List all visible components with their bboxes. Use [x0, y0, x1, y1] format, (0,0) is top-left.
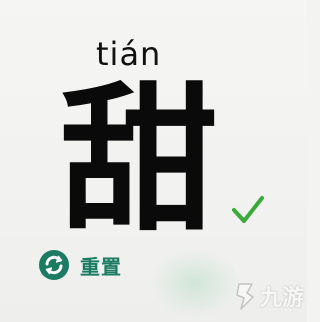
- refresh-arrows-icon: [39, 250, 69, 280]
- jiuyou-logo-icon: [236, 283, 254, 310]
- reset-label: 重置: [80, 254, 122, 279]
- game-stage: tián 甜 重置 九游: [0, 0, 307, 322]
- reset-button[interactable]: 重置: [38, 248, 122, 282]
- background-glow: [150, 248, 240, 318]
- chinese-character: 甜: [60, 68, 218, 253]
- check-mark-icon: [232, 196, 264, 223]
- watermark-text: 九游: [260, 286, 305, 311]
- watermark-logo: 九游: [230, 272, 304, 320]
